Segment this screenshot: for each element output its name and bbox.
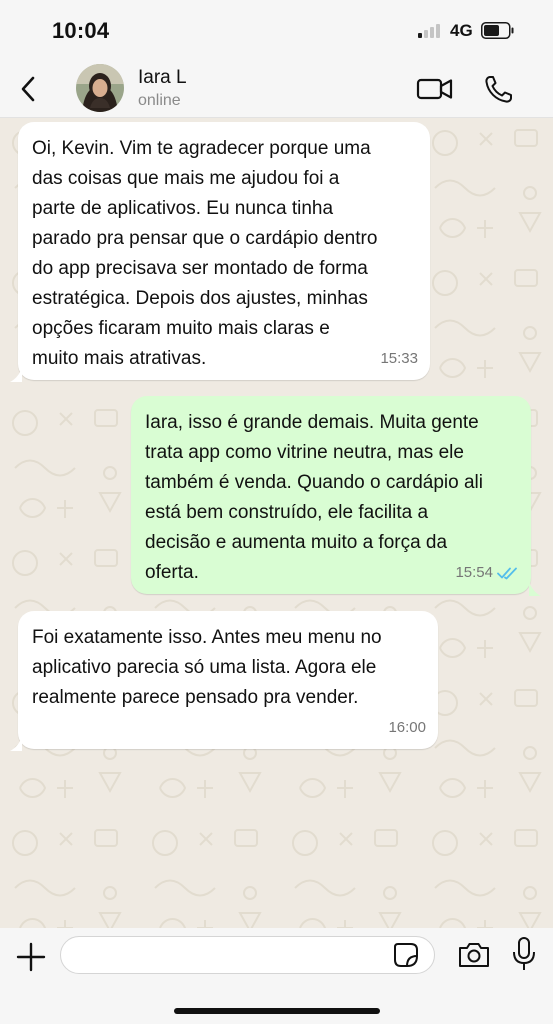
camera-icon[interactable] bbox=[457, 940, 491, 970]
phone-icon[interactable] bbox=[483, 73, 515, 105]
sticker-icon[interactable] bbox=[393, 942, 419, 968]
bubble-tail bbox=[10, 737, 22, 751]
chat-header: Iara L online bbox=[0, 60, 553, 118]
message-time: 15:54 bbox=[455, 564, 493, 581]
home-indicator bbox=[174, 1008, 380, 1014]
microphone-icon[interactable] bbox=[511, 936, 537, 972]
message-incoming[interactable]: Foi exatamente isso. Antes meu menu no a… bbox=[18, 611, 438, 749]
message-text: Oi, Kevin. Vim te agradecer porque uma d… bbox=[32, 138, 378, 369]
network-type: 4G bbox=[450, 21, 473, 40]
battery-icon bbox=[481, 22, 514, 39]
signal-strength-icon bbox=[418, 24, 444, 38]
message-incoming[interactable]: Oi, Kevin. Vim te agradecer porque uma d… bbox=[18, 122, 430, 380]
message-input[interactable] bbox=[60, 936, 435, 974]
avatar[interactable] bbox=[76, 64, 124, 112]
message-text: Foi exatamente isso. Antes meu menu no a… bbox=[32, 627, 382, 708]
read-receipt-icon bbox=[497, 567, 517, 580]
status-bar: 10:04 4G bbox=[0, 0, 553, 60]
contact-status: online bbox=[138, 92, 181, 109]
plus-icon[interactable] bbox=[14, 940, 48, 974]
video-camera-icon[interactable] bbox=[416, 74, 454, 104]
chat-area[interactable]: Oi, Kevin. Vim te agradecer porque uma d… bbox=[0, 118, 553, 928]
status-time: 10:04 bbox=[52, 18, 110, 43]
message-time: 16:00 bbox=[388, 719, 426, 736]
back-chevron-icon[interactable] bbox=[14, 74, 44, 104]
message-outgoing[interactable]: Iara, isso é grande demais. Muita gente … bbox=[131, 396, 531, 594]
bubble-tail bbox=[10, 368, 22, 382]
bubble-tail bbox=[529, 582, 541, 596]
contact-name[interactable]: Iara L bbox=[138, 67, 187, 89]
message-composer bbox=[0, 928, 553, 1024]
message-time: 15:33 bbox=[380, 350, 418, 367]
